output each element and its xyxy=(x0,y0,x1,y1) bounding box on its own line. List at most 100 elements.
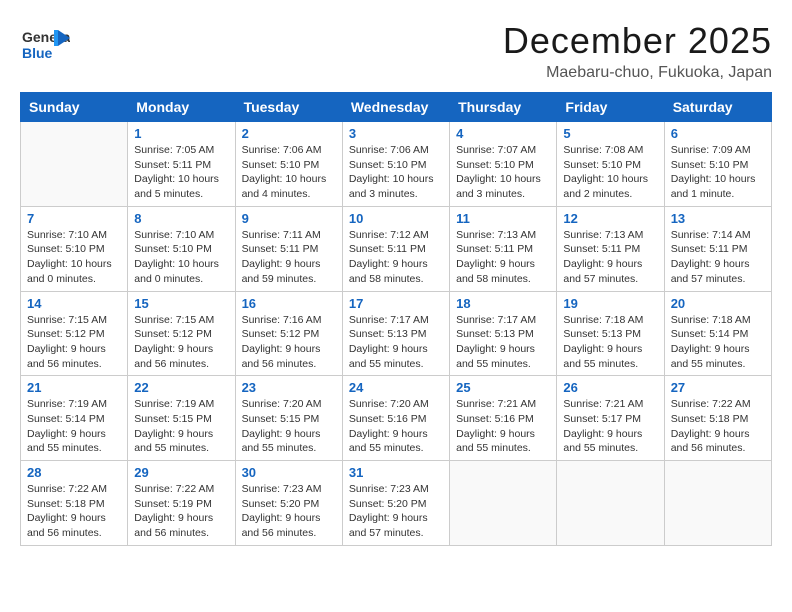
daylight-label: Daylight: 9 hours and 58 minutes. xyxy=(456,258,535,285)
sunset-label: Sunset: 5:17 PM xyxy=(563,413,641,425)
sunrise-label: Sunrise: 7:11 AM xyxy=(242,229,321,241)
day-info: Sunrise: 7:20 AM Sunset: 5:16 PM Dayligh… xyxy=(349,397,443,456)
day-number: 1 xyxy=(134,126,228,141)
calendar-cell: 27 Sunrise: 7:22 AM Sunset: 5:18 PM Dayl… xyxy=(664,376,771,461)
calendar-cell: 11 Sunrise: 7:13 AM Sunset: 5:11 PM Dayl… xyxy=(450,206,557,291)
sunrise-label: Sunrise: 7:09 AM xyxy=(671,144,751,156)
day-number: 6 xyxy=(671,126,765,141)
sunset-label: Sunset: 5:10 PM xyxy=(563,159,641,171)
sunrise-label: Sunrise: 7:16 AM xyxy=(242,314,322,326)
calendar-cell: 5 Sunrise: 7:08 AM Sunset: 5:10 PM Dayli… xyxy=(557,122,664,207)
day-number: 13 xyxy=(671,211,765,226)
daylight-label: Daylight: 9 hours and 57 minutes. xyxy=(563,258,642,285)
sunset-label: Sunset: 5:20 PM xyxy=(349,498,427,510)
day-info: Sunrise: 7:17 AM Sunset: 5:13 PM Dayligh… xyxy=(456,313,550,372)
sunrise-label: Sunrise: 7:13 AM xyxy=(456,229,536,241)
daylight-label: Daylight: 9 hours and 55 minutes. xyxy=(671,343,750,370)
daylight-label: Daylight: 9 hours and 56 minutes. xyxy=(671,428,750,455)
logo: General Blue xyxy=(20,20,70,70)
sunset-label: Sunset: 5:11 PM xyxy=(134,159,211,171)
sunset-label: Sunset: 5:13 PM xyxy=(563,328,641,340)
day-info: Sunrise: 7:06 AM Sunset: 5:10 PM Dayligh… xyxy=(349,143,443,202)
sunrise-label: Sunrise: 7:20 AM xyxy=(349,398,429,410)
sunset-label: Sunset: 5:10 PM xyxy=(134,243,212,255)
day-info: Sunrise: 7:18 AM Sunset: 5:14 PM Dayligh… xyxy=(671,313,765,372)
day-info: Sunrise: 7:19 AM Sunset: 5:15 PM Dayligh… xyxy=(134,397,228,456)
day-info: Sunrise: 7:22 AM Sunset: 5:18 PM Dayligh… xyxy=(27,482,121,541)
sunrise-label: Sunrise: 7:08 AM xyxy=(563,144,643,156)
sunrise-label: Sunrise: 7:12 AM xyxy=(349,229,429,241)
day-info: Sunrise: 7:14 AM Sunset: 5:11 PM Dayligh… xyxy=(671,228,765,287)
day-info: Sunrise: 7:09 AM Sunset: 5:10 PM Dayligh… xyxy=(671,143,765,202)
calendar-cell xyxy=(557,461,664,546)
calendar-week-4: 21 Sunrise: 7:19 AM Sunset: 5:14 PM Dayl… xyxy=(21,376,772,461)
page-header: General Blue December 2025 Maebaru-chuo,… xyxy=(20,20,772,82)
day-info: Sunrise: 7:19 AM Sunset: 5:14 PM Dayligh… xyxy=(27,397,121,456)
sunrise-label: Sunrise: 7:07 AM xyxy=(456,144,536,156)
day-info: Sunrise: 7:15 AM Sunset: 5:12 PM Dayligh… xyxy=(27,313,121,372)
day-number: 18 xyxy=(456,296,550,311)
sunrise-label: Sunrise: 7:05 AM xyxy=(134,144,214,156)
sunset-label: Sunset: 5:12 PM xyxy=(134,328,212,340)
calendar-cell: 6 Sunrise: 7:09 AM Sunset: 5:10 PM Dayli… xyxy=(664,122,771,207)
day-number: 5 xyxy=(563,126,657,141)
calendar-cell xyxy=(450,461,557,546)
calendar-cell: 22 Sunrise: 7:19 AM Sunset: 5:15 PM Dayl… xyxy=(128,376,235,461)
sunset-label: Sunset: 5:16 PM xyxy=(349,413,427,425)
calendar-cell: 17 Sunrise: 7:17 AM Sunset: 5:13 PM Dayl… xyxy=(342,291,449,376)
calendar-cell: 23 Sunrise: 7:20 AM Sunset: 5:15 PM Dayl… xyxy=(235,376,342,461)
day-info: Sunrise: 7:23 AM Sunset: 5:20 PM Dayligh… xyxy=(242,482,336,541)
day-number: 27 xyxy=(671,380,765,395)
daylight-label: Daylight: 10 hours and 4 minutes. xyxy=(242,173,327,200)
calendar-cell: 20 Sunrise: 7:18 AM Sunset: 5:14 PM Dayl… xyxy=(664,291,771,376)
sunrise-label: Sunrise: 7:20 AM xyxy=(242,398,322,410)
sunrise-label: Sunrise: 7:19 AM xyxy=(27,398,107,410)
sunrise-label: Sunrise: 7:10 AM xyxy=(134,229,214,241)
day-info: Sunrise: 7:13 AM Sunset: 5:11 PM Dayligh… xyxy=(563,228,657,287)
sunset-label: Sunset: 5:10 PM xyxy=(27,243,105,255)
calendar-cell: 14 Sunrise: 7:15 AM Sunset: 5:12 PM Dayl… xyxy=(21,291,128,376)
daylight-label: Daylight: 9 hours and 57 minutes. xyxy=(671,258,750,285)
calendar-table: SundayMondayTuesdayWednesdayThursdayFrid… xyxy=(20,92,772,546)
sunrise-label: Sunrise: 7:21 AM xyxy=(456,398,536,410)
day-info: Sunrise: 7:20 AM Sunset: 5:15 PM Dayligh… xyxy=(242,397,336,456)
calendar-cell: 13 Sunrise: 7:14 AM Sunset: 5:11 PM Dayl… xyxy=(664,206,771,291)
sunrise-label: Sunrise: 7:18 AM xyxy=(563,314,643,326)
svg-text:Blue: Blue xyxy=(22,45,53,61)
sunrise-label: Sunrise: 7:21 AM xyxy=(563,398,643,410)
calendar-cell: 31 Sunrise: 7:23 AM Sunset: 5:20 PM Dayl… xyxy=(342,461,449,546)
day-number: 24 xyxy=(349,380,443,395)
day-info: Sunrise: 7:22 AM Sunset: 5:19 PM Dayligh… xyxy=(134,482,228,541)
calendar-cell xyxy=(21,122,128,207)
calendar-cell: 10 Sunrise: 7:12 AM Sunset: 5:11 PM Dayl… xyxy=(342,206,449,291)
sunrise-label: Sunrise: 7:18 AM xyxy=(671,314,751,326)
sunset-label: Sunset: 5:12 PM xyxy=(242,328,320,340)
daylight-label: Daylight: 9 hours and 57 minutes. xyxy=(349,512,428,539)
daylight-label: Daylight: 9 hours and 55 minutes. xyxy=(242,428,321,455)
daylight-label: Daylight: 9 hours and 56 minutes. xyxy=(242,343,321,370)
day-info: Sunrise: 7:16 AM Sunset: 5:12 PM Dayligh… xyxy=(242,313,336,372)
daylight-label: Daylight: 9 hours and 58 minutes. xyxy=(349,258,428,285)
daylight-label: Daylight: 9 hours and 55 minutes. xyxy=(563,428,642,455)
daylight-label: Daylight: 9 hours and 55 minutes. xyxy=(349,343,428,370)
column-header-saturday: Saturday xyxy=(664,93,771,122)
calendar-week-3: 14 Sunrise: 7:15 AM Sunset: 5:12 PM Dayl… xyxy=(21,291,772,376)
day-number: 16 xyxy=(242,296,336,311)
column-header-friday: Friday xyxy=(557,93,664,122)
day-number: 10 xyxy=(349,211,443,226)
sunset-label: Sunset: 5:11 PM xyxy=(563,243,640,255)
day-number: 20 xyxy=(671,296,765,311)
day-info: Sunrise: 7:05 AM Sunset: 5:11 PM Dayligh… xyxy=(134,143,228,202)
sunrise-label: Sunrise: 7:22 AM xyxy=(27,483,107,495)
day-number: 9 xyxy=(242,211,336,226)
day-number: 15 xyxy=(134,296,228,311)
sunrise-label: Sunrise: 7:23 AM xyxy=(349,483,429,495)
day-number: 29 xyxy=(134,465,228,480)
calendar-cell: 18 Sunrise: 7:17 AM Sunset: 5:13 PM Dayl… xyxy=(450,291,557,376)
daylight-label: Daylight: 9 hours and 55 minutes. xyxy=(456,343,535,370)
sunrise-label: Sunrise: 7:23 AM xyxy=(242,483,322,495)
daylight-label: Daylight: 9 hours and 55 minutes. xyxy=(134,428,213,455)
calendar-cell: 2 Sunrise: 7:06 AM Sunset: 5:10 PM Dayli… xyxy=(235,122,342,207)
daylight-label: Daylight: 9 hours and 55 minutes. xyxy=(456,428,535,455)
day-info: Sunrise: 7:10 AM Sunset: 5:10 PM Dayligh… xyxy=(134,228,228,287)
